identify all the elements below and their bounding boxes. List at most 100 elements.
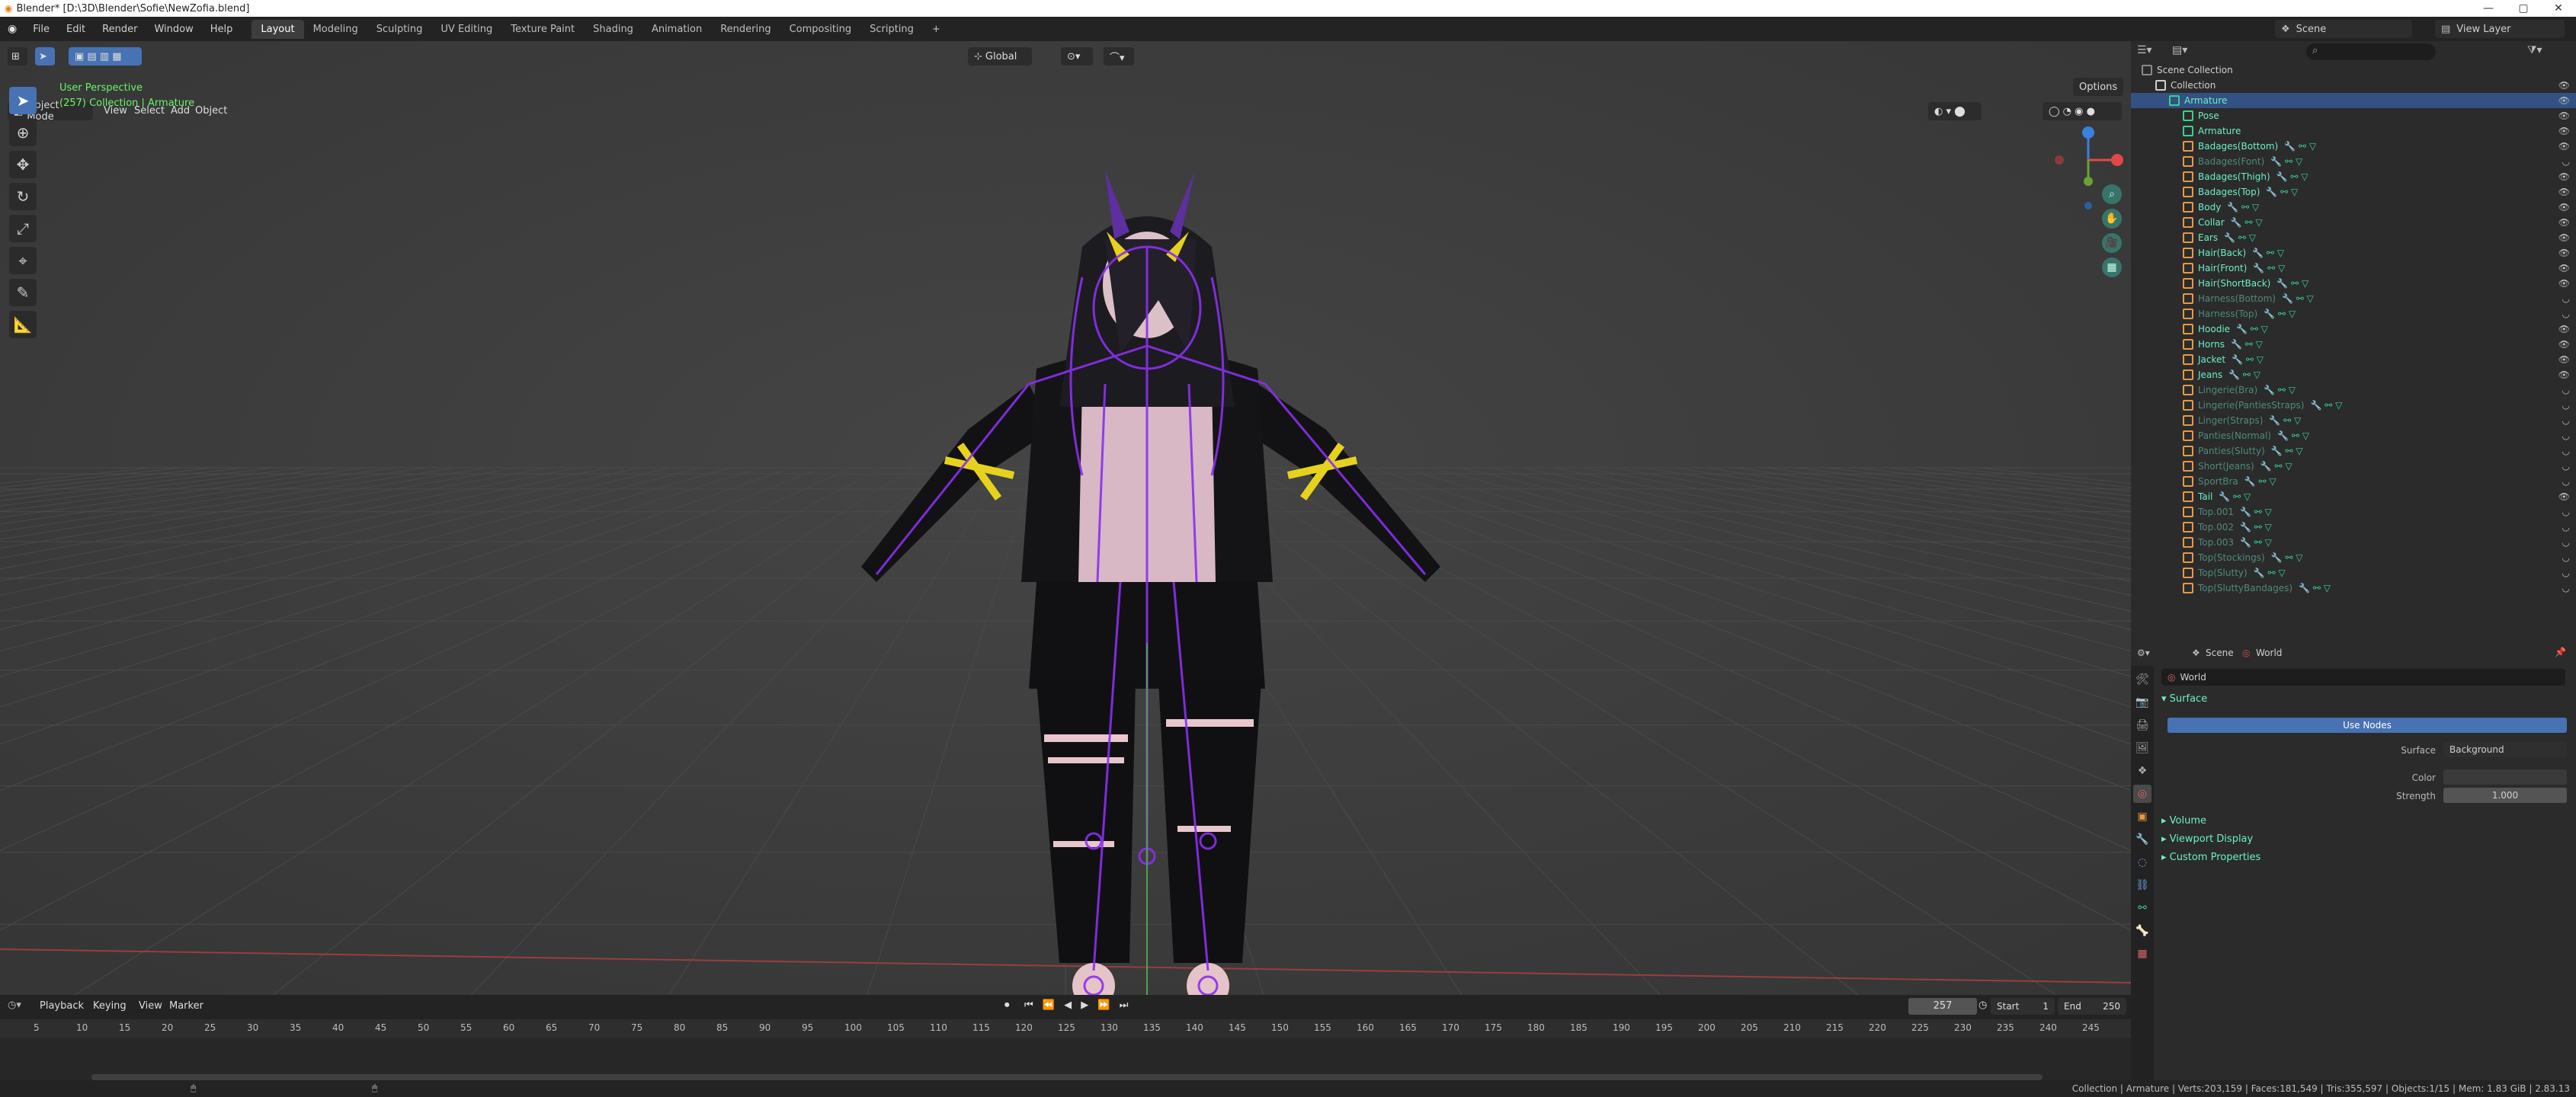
outliner-editor-icon[interactable]: ☰▾ (2137, 44, 2152, 56)
character-model[interactable] (831, 155, 1463, 995)
tab-rendering[interactable]: Rendering (711, 20, 780, 39)
menu-window[interactable]: Window (146, 24, 201, 35)
hidden-eye-icon[interactable]: ◡ (2562, 552, 2570, 563)
hidden-eye-icon[interactable]: ◡ (2562, 583, 2570, 593)
eye-icon[interactable]: 👁 (2558, 126, 2570, 136)
tab-layout[interactable]: Layout (252, 19, 304, 39)
tab-animation[interactable]: Animation (642, 20, 711, 39)
hidden-eye-icon[interactable]: ◡ (2562, 522, 2570, 533)
maximize-icon[interactable]: ▢ (2506, 0, 2541, 17)
clock-icon[interactable]: ◷ (1978, 999, 1987, 1011)
scene-selector[interactable]: ❖ Scene (2275, 20, 2412, 38)
outliner-row[interactable]: Linger(Straps) 🔧 ⚯ ▽ ◡ (2131, 413, 2576, 428)
transform-tool-icon[interactable]: ⌖ (9, 247, 37, 274)
eye-icon[interactable]: 👁 (2558, 202, 2570, 213)
eye-icon[interactable]: 👁 (2558, 278, 2570, 289)
outliner-row[interactable]: Collar 🔧 ⚯ ▽ 👁 (2131, 215, 2576, 230)
tab-shading[interactable]: Shading (584, 20, 642, 39)
eye-icon[interactable]: 👁 (2558, 110, 2570, 121)
outliner-row[interactable]: Top.003 🔧 ⚯ ▽ ◡ (2131, 535, 2576, 550)
use-nodes-button[interactable]: Use Nodes (2167, 718, 2567, 733)
physics-tab-icon[interactable]: ◌ (2133, 853, 2151, 872)
outliner-row[interactable]: Hair(ShortBack) 🔧 ⚯ ▽ 👁 (2131, 276, 2576, 291)
3d-viewport[interactable]: ⊞ ➤ ▣ ▤ ▥ ▦ ◧ Object Mode View Select Ad… (0, 41, 2131, 995)
cursor-tool-icon[interactable]: ⊕ (9, 119, 37, 146)
mode-icon-button[interactable]: ⊞ (8, 47, 27, 66)
world-tab-icon[interactable]: ◎ (2133, 785, 2151, 803)
timeline-menu-keying[interactable]: Keying (93, 1000, 127, 1012)
eye-icon[interactable]: 👁 (2558, 141, 2570, 152)
outliner-row[interactable]: Harness(Bottom) 🔧 ⚯ ▽ ◡ (2131, 291, 2576, 306)
filter-icon[interactable]: ⧩▾ (2527, 44, 2542, 56)
tab-scripting[interactable]: Scripting (860, 20, 923, 39)
hidden-eye-icon[interactable]: ◡ (2562, 400, 2570, 411)
hidden-eye-icon[interactable]: ◡ (2562, 415, 2570, 426)
eye-icon[interactable]: 👁 (2558, 248, 2570, 258)
camera-view-icon[interactable]: 🎥 (2102, 233, 2122, 253)
outliner-row[interactable]: Badages(Bottom) 🔧 ⚯ ▽ 👁 (2131, 139, 2576, 154)
outliner-row[interactable]: Hair(Back) 🔧 ⚯ ▽ 👁 (2131, 245, 2576, 261)
measure-tool-icon[interactable]: 📐 (9, 311, 37, 338)
minimize-icon[interactable]: — (2471, 0, 2506, 17)
timeline-editor-icon[interactable]: ◷▾ (8, 999, 21, 1011)
custom-properties-panel-header[interactable]: ▸ Custom Properties (2161, 852, 2260, 863)
scale-tool-icon[interactable]: ⤢ (9, 215, 37, 242)
hidden-eye-icon[interactable]: ◡ (2562, 293, 2570, 304)
volume-panel-header[interactable]: ▸ Volume (2161, 815, 2206, 827)
menu-file[interactable]: File (24, 24, 58, 35)
outliner-row[interactable]: Body 🔧 ⚯ ▽ 👁 (2131, 200, 2576, 215)
outliner-row[interactable]: Scene Collection (2131, 62, 2576, 78)
select-mode-buttons[interactable]: ▣ ▤ ▥ ▦ (69, 47, 142, 66)
select-box-tool-icon[interactable]: ➤ (9, 87, 37, 114)
outliner-row[interactable]: Harness(Top) 🔧 ⚯ ▽ ◡ (2131, 306, 2576, 321)
hidden-eye-icon[interactable]: ◡ (2562, 537, 2570, 548)
data-tab-icon[interactable]: ⚯ (2133, 899, 2151, 917)
outliner-search-input[interactable]: ⌕ (2306, 43, 2436, 60)
viewport-display-panel-header[interactable]: ▸ Viewport Display (2161, 833, 2253, 845)
select-tool-icon[interactable]: ➤ (35, 47, 55, 66)
outliner-row[interactable]: Armature 👁 (2131, 93, 2576, 108)
outliner-row[interactable]: Lingerie(Bra) 🔧 ⚯ ▽ ◡ (2131, 382, 2576, 398)
tab-uv-editing[interactable]: UV Editing (431, 20, 501, 39)
modifier-tab-icon[interactable]: 🔧 (2133, 830, 2151, 849)
timeline-menu-view[interactable]: View (139, 1000, 162, 1012)
eye-icon[interactable]: 👁 (2558, 95, 2570, 106)
rotate-tool-icon[interactable]: ↻ (9, 183, 37, 210)
view-layer-tab-icon[interactable]: 🖼 (2133, 739, 2151, 757)
hidden-eye-icon[interactable]: ◡ (2562, 446, 2570, 456)
outliner-row[interactable]: Hoodie 🔧 ⚯ ▽ 👁 (2131, 321, 2576, 337)
timeline-ruler[interactable]: 5 10 15 20 25 30 35 40 45 50 55 60 65 70 75 80 85 90 95 100… (0, 1019, 2131, 1038)
eye-icon[interactable]: 👁 (2558, 339, 2570, 350)
snap-toggle[interactable]: ⌒▾ (1104, 47, 1134, 66)
outliner-row[interactable]: Horns 🔧 ⚯ ▽ 👁 (2131, 337, 2576, 352)
outliner-row[interactable]: Tail 🔧 ⚯ ▽ 👁 (2131, 489, 2576, 504)
move-tool-icon[interactable]: ✥ (9, 151, 37, 178)
outliner-row[interactable]: Panties(Normal) 🔧 ⚯ ▽ ◡ (2131, 428, 2576, 443)
close-icon[interactable]: ✕ (2541, 0, 2576, 17)
outliner-row[interactable]: Armature 👁 (2131, 123, 2576, 139)
add-workspace-icon[interactable]: + (923, 20, 950, 39)
outliner-row[interactable]: Jacket 🔧 ⚯ ▽ 👁 (2131, 352, 2576, 367)
hidden-eye-icon[interactable]: ◡ (2562, 385, 2570, 395)
outliner-row[interactable]: Top(Stockings) 🔧 ⚯ ▽ ◡ (2131, 550, 2576, 565)
outliner-row[interactable]: Top.002 🔧 ⚯ ▽ ◡ (2131, 520, 2576, 535)
outliner-row[interactable]: Jeans 🔧 ⚯ ▽ 👁 (2131, 367, 2576, 382)
render-tab-icon[interactable]: 📷 (2133, 693, 2151, 712)
outliner-row[interactable]: Badages(Top) 🔧 ⚯ ▽ 👁 (2131, 184, 2576, 200)
outliner-row[interactable]: Hair(Front) 🔧 ⚯ ▽ 👁 (2131, 261, 2576, 276)
hidden-eye-icon[interactable]: ◡ (2562, 309, 2570, 319)
texture-tab-icon[interactable]: ▦ (2133, 945, 2151, 963)
color-swatch[interactable] (2443, 769, 2567, 785)
outliner-row[interactable]: SportBra 🔧 ⚯ ▽ ◡ (2131, 474, 2576, 489)
timeline-scrollbar[interactable] (91, 1074, 2043, 1080)
hidden-eye-icon[interactable]: ◡ (2562, 461, 2570, 472)
menu-render[interactable]: Render (94, 24, 146, 35)
scene-tab-icon[interactable]: ❖ (2133, 762, 2151, 780)
overlay-buttons[interactable]: ◐ ▾ ⬤ (1928, 102, 1982, 120)
record-icon[interactable]: ⏺ (1004, 999, 1010, 1011)
tab-compositing[interactable]: Compositing (780, 20, 861, 39)
eye-icon[interactable]: 👁 (2558, 263, 2570, 273)
blender-menu-icon[interactable]: ◉ (0, 23, 24, 35)
eye-icon[interactable]: 👁 (2558, 232, 2570, 243)
eye-icon[interactable]: 👁 (2558, 369, 2570, 380)
